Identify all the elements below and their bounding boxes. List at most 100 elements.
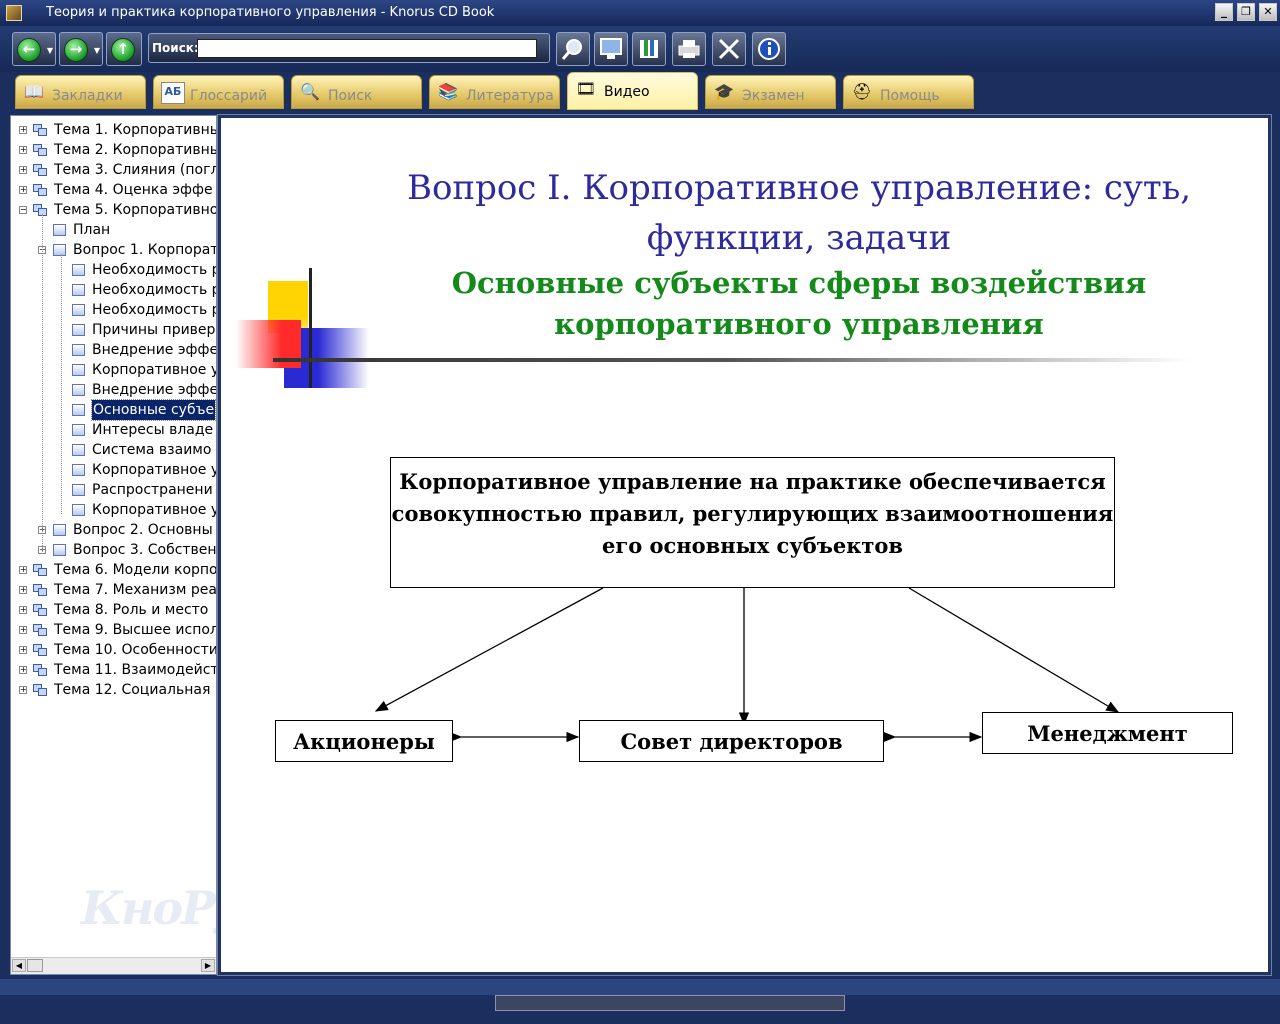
search-input[interactable]	[197, 39, 537, 58]
app-icon	[6, 5, 22, 21]
tree-item-label: Тема 1. Корпоративные	[54, 122, 217, 138]
expand-icon[interactable]: +	[19, 646, 27, 654]
tab-exam[interactable]: 🎓 Экзамен	[705, 75, 836, 109]
tree-connector	[42, 214, 43, 554]
expand-icon[interactable]: +	[19, 666, 27, 674]
info-icon[interactable]	[752, 32, 786, 66]
tree-item-label: Основные субъе	[90, 399, 216, 421]
arrow-to-management	[908, 587, 1120, 713]
chevron-down-icon[interactable]: ▼	[94, 46, 100, 55]
topic-book-icon	[33, 204, 47, 216]
contents-tree: + Тема 1. Корпоративные + Тема 2. Корпорати…	[11, 120, 216, 700]
page-icon	[72, 324, 85, 336]
tree-item-label: Необходимость р	[92, 302, 217, 318]
expand-icon[interactable]: +	[19, 186, 27, 194]
up-button[interactable]: ↑	[106, 32, 142, 66]
tab-video[interactable]: 🎞 Видео	[567, 72, 698, 110]
tree-item[interactable]: + Тема 3. Слияния (погл	[11, 160, 216, 180]
page-icon	[72, 444, 85, 456]
tree-item[interactable]: + Тема 8. Роль и место	[11, 600, 216, 620]
tab-label: Закладки	[52, 88, 123, 104]
tree-item-label: Внедрение эффе	[92, 382, 217, 398]
tree-item-label: Внедрение эффе	[92, 342, 217, 358]
scroll-left-button[interactable]: ◀	[12, 959, 26, 972]
scroll-right-button[interactable]: ▶	[201, 959, 215, 972]
magnifier-icon[interactable]	[556, 32, 590, 66]
back-button[interactable]: ← ▼	[12, 32, 56, 66]
tree-item-label: Вопрос 1. Корпорат	[73, 242, 217, 258]
expand-icon[interactable]: +	[19, 146, 27, 154]
tree-item-label: План	[73, 222, 111, 238]
scroll-thumb[interactable]	[27, 959, 43, 972]
topic-book-icon	[33, 164, 47, 176]
tree-item-label: Интересы владе	[92, 422, 214, 438]
abc-icon: АБ	[161, 82, 185, 104]
page-icon	[72, 384, 85, 396]
topic-book-icon	[33, 624, 47, 636]
tree-item[interactable]: + Тема 12. Социальная	[11, 680, 216, 700]
page-icon	[53, 544, 66, 556]
topic-book-icon	[33, 184, 47, 196]
print-icon[interactable]	[672, 32, 706, 66]
tree-item-label: Тема 6. Модели корпо	[54, 562, 217, 578]
main-box-line: его основных субъектов	[601, 533, 904, 558]
search-bar: Поиск:	[148, 33, 550, 63]
chevron-down-icon[interactable]: ▼	[47, 46, 53, 55]
management-box: Менеджмент	[982, 712, 1233, 754]
expand-icon[interactable]: +	[19, 166, 27, 174]
page-icon	[72, 424, 85, 436]
tree-item[interactable]: + Тема 2. Корпоративные	[11, 140, 216, 160]
maximize-button[interactable]: ❐	[1237, 3, 1255, 21]
tree-connector	[61, 254, 62, 514]
tree-item[interactable]: + Тема 9. Высшее испол	[11, 620, 216, 640]
slide-view: Вопрос I. Корпоративное управление: суть…	[217, 114, 1272, 976]
page-icon	[72, 364, 85, 376]
expand-icon[interactable]: +	[19, 586, 27, 594]
bookmark-book-icon[interactable]	[632, 32, 666, 66]
arrow-left-icon: ←	[17, 38, 41, 62]
tree-item[interactable]: + Тема 1. Корпоративные	[11, 120, 216, 140]
board-of-directors-box: Совет директоров	[579, 720, 884, 762]
tree-item[interactable]: + Тема 4. Оценка эффе	[11, 180, 216, 200]
tab-literature[interactable]: 📚 Литература	[429, 75, 560, 109]
close-button[interactable]: ✕	[1259, 3, 1277, 21]
tree-item-label: Тема 5. Корпоративно	[54, 202, 217, 218]
page-icon	[53, 224, 66, 236]
tab-help[interactable]: ⛑ Помощь	[843, 75, 974, 109]
expand-icon[interactable]: +	[19, 606, 27, 614]
tree-item[interactable]: + Тема 7. Механизм реа	[11, 580, 216, 600]
topic-book-icon	[33, 604, 47, 616]
page-icon	[72, 304, 85, 316]
tree-item[interactable]: + Тема 11. Взаимодейст	[11, 660, 216, 680]
tree-item-label: Система взаимо	[92, 442, 212, 458]
main-box-line: Корпоративное управление на практике обе…	[399, 469, 1106, 494]
status-strip	[0, 979, 1280, 995]
forward-button[interactable]: → ▼	[59, 32, 103, 66]
tab-label: Видео	[604, 84, 650, 100]
page-icon	[72, 484, 85, 496]
minimize-button[interactable]: _	[1215, 3, 1233, 21]
tree-item[interactable]: + Тема 6. Модели корпо	[11, 560, 216, 580]
collapse-icon[interactable]: −	[19, 206, 27, 214]
topic-book-icon	[33, 144, 47, 156]
settings-tools-icon[interactable]	[712, 32, 746, 66]
expand-icon[interactable]: +	[19, 686, 27, 694]
expand-icon[interactable]: +	[19, 126, 27, 134]
tab-bookmarks[interactable]: 📖 Закладки	[15, 75, 146, 109]
tab-glossary[interactable]: АБ Глоссарий	[153, 75, 284, 109]
tree-item-label: Тема 7. Механизм реа	[54, 582, 217, 598]
expand-icon[interactable]: +	[19, 566, 27, 574]
horizontal-scrollbar[interactable]: ◀ ▶	[11, 957, 216, 974]
tree-item-label: Причины привер	[92, 322, 216, 338]
status-bar	[0, 979, 1280, 1024]
topic-book-icon	[33, 664, 47, 676]
window-title: Теория и практика корпоративного управле…	[46, 5, 495, 20]
tree-item[interactable]: + Тема 10. Особенности	[11, 640, 216, 660]
topic-book-icon	[33, 584, 47, 596]
expand-icon[interactable]: +	[19, 626, 27, 634]
monitor-icon[interactable]	[594, 32, 628, 66]
page-icon	[53, 244, 66, 256]
tree-item-label: Необходимость р	[92, 262, 217, 278]
knorus-logo: КноРус	[81, 881, 216, 935]
tab-search[interactable]: 🔍 Поиск	[291, 75, 422, 109]
